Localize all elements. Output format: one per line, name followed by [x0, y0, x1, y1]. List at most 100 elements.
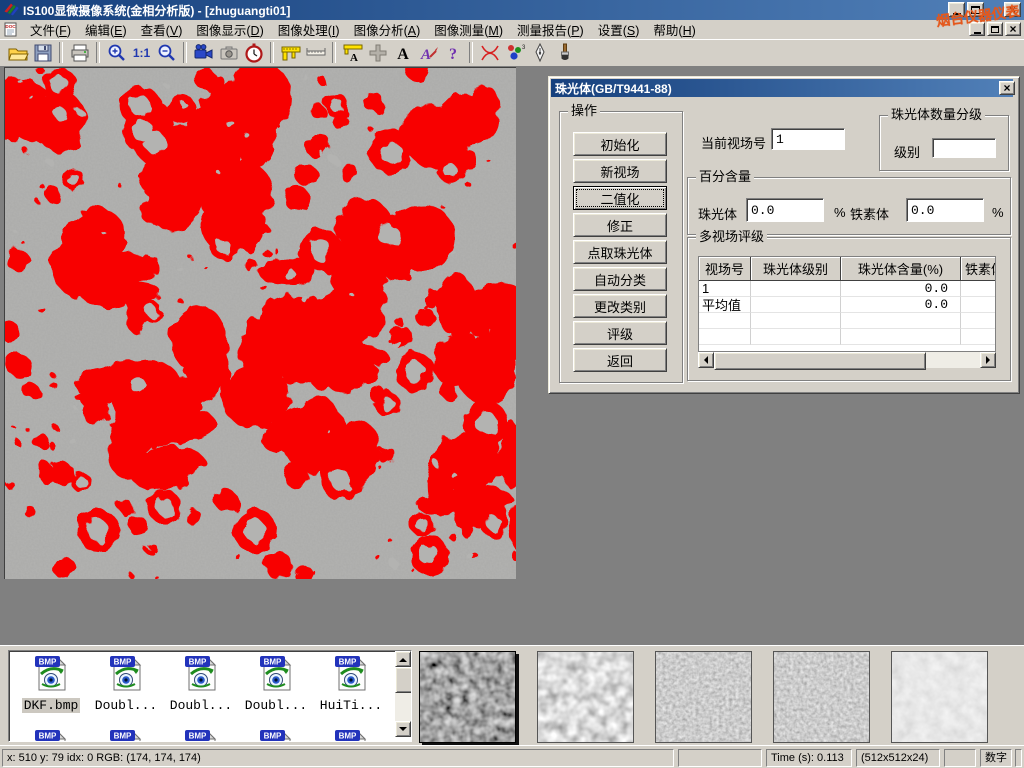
status-time: Time (s): 0.113	[766, 749, 852, 767]
thumbnail-5[interactable]	[891, 651, 988, 743]
window-title: IS100显微摄像系统(金相分析版) - [zhuguangti01]	[23, 2, 290, 19]
initialize-button[interactable]: 初始化	[573, 132, 667, 156]
file-list[interactable]: DKF.bmp Doubl... Doubl... Doubl... HuiTi…	[8, 650, 412, 742]
thumbnail-1[interactable]	[419, 651, 516, 743]
pearlite-percent-input[interactable]: 0.0	[746, 198, 824, 222]
scroll-right-arrow[interactable]	[980, 352, 996, 368]
restore-icon	[991, 26, 999, 33]
stopwatch-icon[interactable]	[241, 41, 266, 65]
brush-icon[interactable]	[552, 41, 577, 65]
ferrite-percent-input[interactable]: 0.0	[906, 198, 984, 222]
curve-tool-icon[interactable]	[477, 41, 502, 65]
bmp-file-icon	[259, 727, 293, 742]
pearlite-label: 珠光体	[698, 204, 737, 223]
menu-file[interactable]: 文件(F)	[23, 19, 78, 40]
metallograph-image[interactable]	[4, 67, 516, 579]
classify-icon[interactable]: 3	[502, 41, 527, 65]
zoom-in-icon[interactable]	[104, 41, 129, 65]
new-field-button[interactable]: 新视场	[573, 159, 667, 183]
caliper-icon[interactable]	[278, 41, 303, 65]
scroll-left-arrow[interactable]	[698, 352, 714, 368]
scroll-track[interactable]	[926, 352, 980, 368]
save-icon[interactable]	[30, 41, 55, 65]
file-item[interactable]	[240, 727, 312, 742]
change-class-button[interactable]: 更改类别	[573, 294, 667, 318]
file-item[interactable]: Doubl...	[240, 653, 312, 714]
scroll-up-arrow[interactable]	[395, 651, 411, 667]
file-item[interactable]	[90, 727, 162, 742]
return-button[interactable]: 返回	[573, 348, 667, 372]
file-item[interactable]: DKF.bmp	[15, 653, 87, 714]
percent-sign: %	[834, 205, 846, 220]
svg-text:A: A	[419, 47, 430, 63]
auto-classify-button[interactable]: 自动分类	[573, 267, 667, 291]
dialog-close-button[interactable]: ×	[999, 81, 1015, 95]
table-row[interactable]	[699, 313, 995, 329]
text-icon[interactable]: A	[390, 41, 415, 65]
thumbnail-3[interactable]	[655, 651, 752, 743]
video-camera-icon[interactable]	[191, 41, 216, 65]
styled-text-icon[interactable]: A	[415, 41, 440, 65]
bmp-file-icon	[184, 653, 218, 691]
document-icon[interactable]: DOC	[3, 21, 19, 38]
camera-icon[interactable]	[216, 41, 241, 65]
print-icon[interactable]	[67, 41, 92, 65]
menu-image-measure[interactable]: 图像测量(M)	[427, 19, 510, 40]
dialog-title-bar[interactable]: 珠光体(GB/T9441-88)	[551, 79, 1013, 97]
bmp-file-icon	[334, 653, 368, 691]
minimize-icon	[974, 32, 981, 34]
toolbar-separator	[59, 42, 63, 63]
menu-image-display[interactable]: 图像显示(D)	[189, 19, 270, 40]
menu-image-analysis[interactable]: 图像分析(A)	[347, 19, 428, 40]
toolbar-separator	[469, 42, 473, 63]
file-item[interactable]: Doubl...	[165, 653, 237, 714]
table-header-row: 视场号 珠光体级别 珠光体含量(%) 铁素体含量(%)	[699, 257, 995, 281]
pick-pearlite-button[interactable]: 点取珠光体	[573, 240, 667, 264]
file-item[interactable]	[165, 727, 237, 742]
actual-size-icon[interactable]: 1:1	[129, 41, 154, 65]
bmp-file-icon	[34, 653, 68, 691]
menu-help[interactable]: 帮助(H)	[646, 19, 702, 40]
grading-group: 珠光体数量分级 级别	[879, 115, 1009, 171]
scroll-thumb[interactable]	[714, 352, 927, 370]
mdi-close-button[interactable]: ×	[1005, 22, 1021, 36]
binarize-button[interactable]: 二值化	[573, 186, 667, 210]
table-hscrollbar[interactable]	[698, 352, 996, 368]
table-row[interactable]: 1 0.0	[699, 281, 995, 297]
zoom-out-icon[interactable]	[154, 41, 179, 65]
open-icon[interactable]	[5, 41, 30, 65]
status-blank-1	[678, 749, 762, 767]
menu-settings[interactable]: 设置(S)	[591, 19, 647, 40]
file-item[interactable]	[315, 727, 387, 742]
thumbnail-2[interactable]	[537, 651, 634, 743]
pen-icon[interactable]	[527, 41, 552, 65]
grade-input[interactable]	[932, 138, 996, 158]
table-row[interactable]	[699, 329, 995, 345]
menu-image-processing[interactable]: 图像处理(I)	[271, 19, 347, 40]
current-field-input[interactable]: 1	[771, 128, 845, 150]
table-row[interactable]: 平均值 0.0	[699, 297, 995, 313]
file-item[interactable]: HuiTi...	[315, 653, 387, 714]
file-item[interactable]	[15, 727, 87, 742]
bmp-file-icon	[334, 727, 368, 742]
move-icon[interactable]	[365, 41, 390, 65]
menu-view[interactable]: 查看(V)	[134, 19, 190, 40]
ruler-icon[interactable]	[303, 41, 328, 65]
thumbnail-4[interactable]	[773, 651, 870, 743]
dialog-title: 珠光体(GB/T9441-88)	[555, 80, 672, 97]
file-item[interactable]: Doubl...	[90, 653, 162, 714]
toolbar-separator	[96, 42, 100, 63]
scroll-thumb[interactable]	[395, 667, 412, 693]
rate-button[interactable]: 评级	[573, 321, 667, 345]
correct-button[interactable]: 修正	[573, 213, 667, 237]
measure-text-icon[interactable]: A	[340, 41, 365, 65]
menu-report[interactable]: 测量报告(P)	[510, 19, 591, 40]
file-list-scrollbar[interactable]	[395, 651, 411, 737]
scroll-down-arrow[interactable]	[395, 721, 411, 737]
help-icon[interactable]: ?	[440, 41, 465, 65]
menu-edit[interactable]: 编辑(E)	[78, 19, 134, 40]
app-icon	[3, 2, 19, 18]
percent-group: 百分含量 珠光体 0.0 % 铁素体 0.0 %	[687, 177, 1011, 235]
rating-table[interactable]: 视场号 珠光体级别 珠光体含量(%) 铁素体含量(%) 1 0.0 平均值 0.…	[698, 256, 996, 352]
toolbar-separator	[270, 42, 274, 63]
